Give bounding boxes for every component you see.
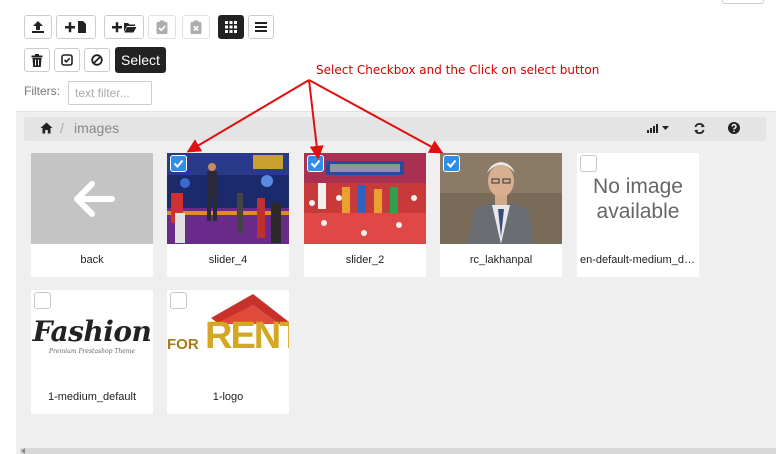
file-item-slider-4[interactable]: slider_4	[167, 153, 289, 277]
select-button[interactable]: Select	[115, 47, 166, 73]
rc-lakhanpal-thumbnail	[440, 153, 562, 244]
clipboard-x-icon	[190, 20, 202, 34]
plus-folder-icon	[112, 22, 137, 33]
filters-label: Filters:	[24, 84, 60, 98]
clipboard-check-icon	[156, 20, 168, 34]
new-folder-button[interactable]	[104, 15, 144, 39]
annotation-text: Select Checkbox and the Click on select …	[316, 63, 600, 77]
trash-icon	[31, 53, 43, 67]
upload-button[interactable]	[24, 15, 52, 39]
delete-button[interactable]	[24, 48, 50, 72]
home-icon[interactable]	[40, 122, 53, 137]
checkbox-1-medium-default[interactable]	[34, 292, 51, 309]
back-thumbnail	[31, 153, 153, 244]
file-label: back	[80, 254, 104, 266]
ban-icon	[91, 54, 103, 66]
paste-button[interactable]	[148, 15, 176, 39]
deselect-button[interactable]	[84, 48, 110, 72]
file-item-rc-lakhanpal[interactable]: rc_lakhanpal	[440, 153, 562, 277]
list-icon	[255, 22, 267, 32]
file-label: slider_4	[208, 254, 248, 266]
sort-signal-icon[interactable]	[646, 122, 672, 137]
fashion-logo-subtitle: Premium Prestashop Theme	[48, 348, 135, 355]
check-square-icon	[61, 54, 73, 66]
file-item-1-medium-default[interactable]: Fashion Premium Prestashop Theme 1-mediu…	[31, 290, 153, 414]
top-right-control[interactable]	[722, 0, 764, 4]
for-rent-logo-rent: RENT	[205, 315, 289, 357]
arrow-left-icon	[74, 181, 115, 217]
new-file-button[interactable]	[56, 15, 96, 39]
file-manager-window: Select Filters: Select Checkbox and the …	[0, 0, 776, 454]
checkbox-slider-2[interactable]	[307, 155, 324, 172]
file-label: slider_2	[345, 254, 385, 266]
file-item-en-default-medium[interactable]: No image available en-default-medium_def…	[577, 153, 699, 277]
breadcrumb-current: images	[74, 120, 120, 136]
clear-clipboard-button[interactable]	[182, 15, 210, 39]
refresh-icon[interactable]	[693, 122, 706, 138]
fashion-logo-text: Fashion	[32, 315, 152, 348]
list-view-button[interactable]	[248, 15, 274, 39]
checkbox-en-default-medium[interactable]	[580, 155, 597, 172]
grid-view-button[interactable]	[218, 15, 244, 39]
file-label: 1-logo	[212, 391, 244, 403]
select-all-button[interactable]	[54, 48, 80, 72]
slider-2-thumbnail	[304, 153, 426, 244]
checkbox-1-logo[interactable]	[170, 292, 187, 309]
grid-icon	[225, 21, 237, 33]
for-rent-logo-for: FOR	[167, 336, 199, 353]
file-label: rc_lakhanpal	[469, 254, 533, 266]
horizontal-scrollbar[interactable]	[20, 448, 776, 454]
checkbox-slider-4[interactable]	[170, 155, 187, 172]
no-image-thumbnail: No image available	[577, 153, 699, 244]
file-item-1-logo[interactable]: FOR RENT 1-logo	[167, 290, 289, 414]
file-label: en-default-medium_default	[580, 254, 699, 266]
fashion-thumbnail: Fashion Premium Prestashop Theme	[31, 290, 153, 381]
upload-icon	[32, 21, 44, 33]
for-rent-thumbnail: FOR RENT	[167, 290, 289, 381]
help-circle-icon[interactable]	[728, 122, 740, 137]
file-label: 1-medium_default	[47, 391, 137, 403]
text-filter-input[interactable]	[68, 81, 152, 105]
slider-4-thumbnail	[167, 153, 289, 244]
file-item-slider-2[interactable]: slider_2	[304, 153, 426, 277]
checkbox-rc-lakhanpal[interactable]	[443, 155, 460, 172]
scroll-left-arrow-icon[interactable]	[21, 448, 25, 454]
file-item-back[interactable]: back	[31, 153, 153, 277]
plus-file-icon	[65, 21, 86, 33]
breadcrumb-separator: /	[60, 120, 64, 136]
